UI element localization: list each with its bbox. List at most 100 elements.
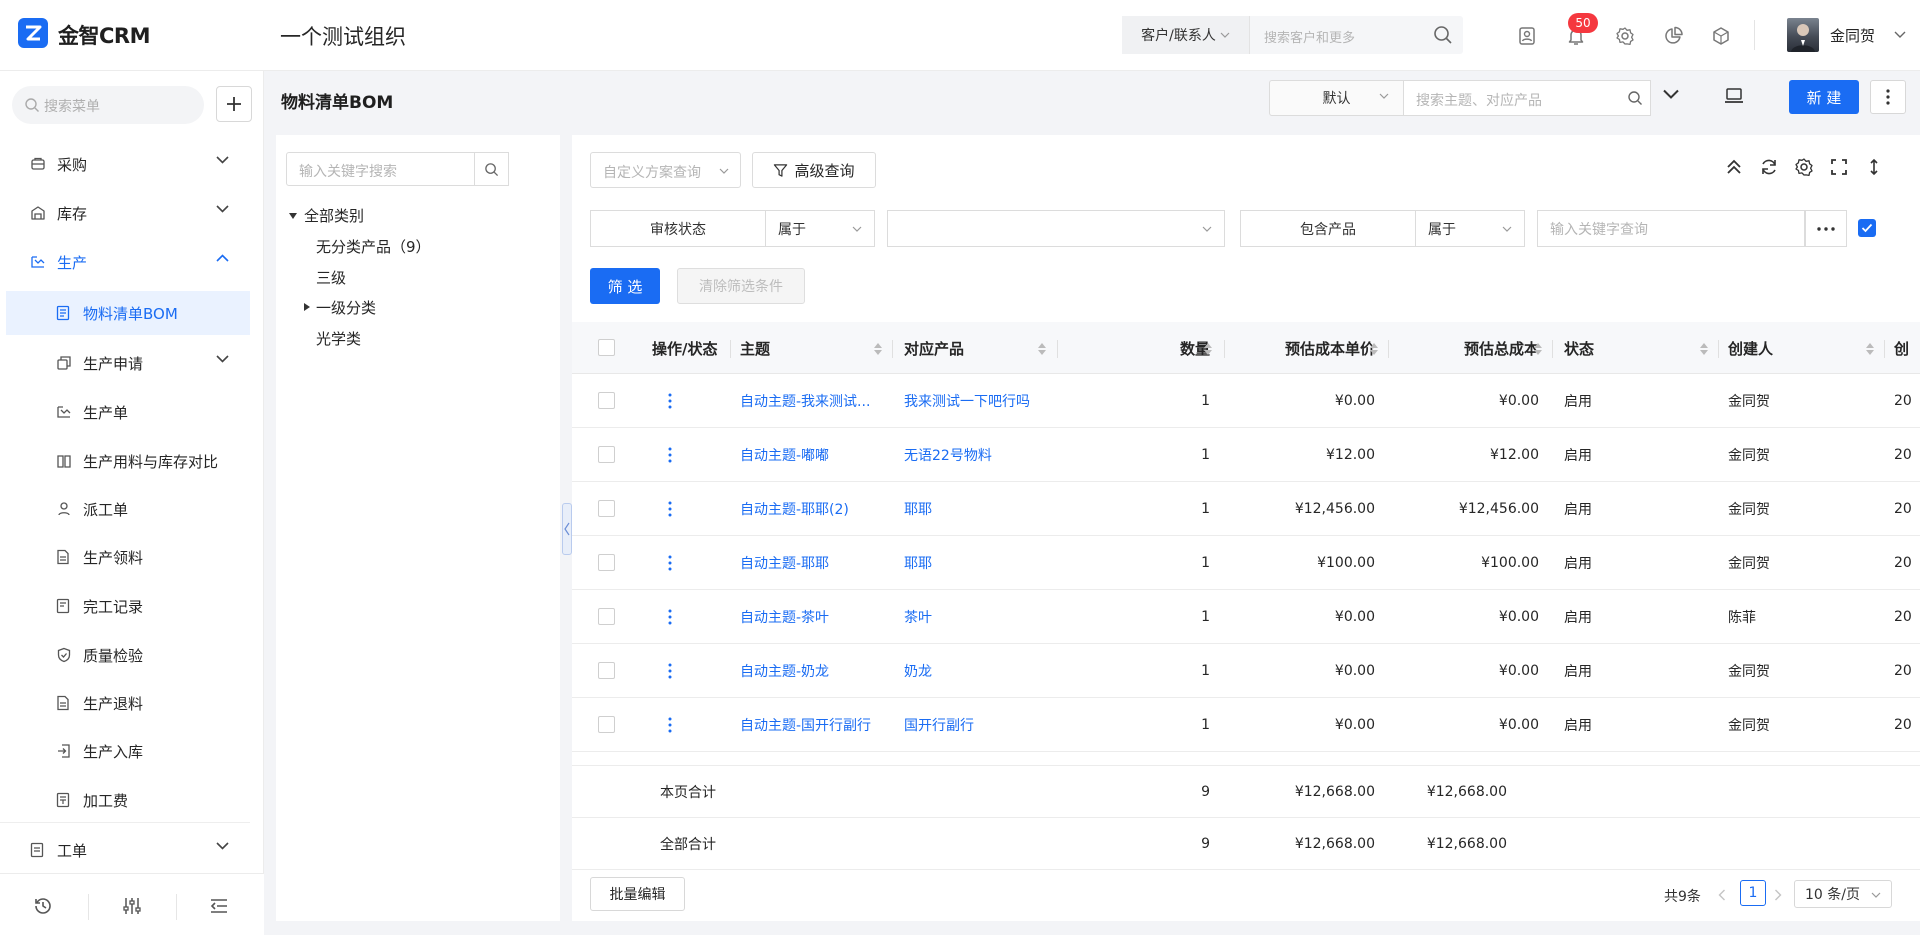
sidebar-group-production[interactable]: 生产	[0, 240, 264, 284]
user-name[interactable]: 金同贺	[1830, 25, 1875, 46]
sidebar-group-purchase[interactable]: 采购	[0, 142, 264, 186]
scheme-select[interactable]: 自定义方案查询	[590, 152, 741, 188]
cell-product[interactable]: 茶叶	[904, 590, 1054, 644]
select-all-checkbox[interactable]	[598, 339, 615, 356]
sort-icon[interactable]	[874, 343, 882, 355]
row-checkbox[interactable]	[598, 446, 615, 463]
cell-product[interactable]: 耶耶	[904, 536, 1054, 590]
cell-subject[interactable]: 自动主题-奶龙	[740, 644, 890, 698]
table-row[interactable]: 自动主题-嘟嘟 无语22号物料 1 ¥12.00 ¥12.00 启用 金同贺 2…	[572, 428, 1920, 482]
more-vertical-icon[interactable]	[668, 374, 672, 428]
column-header-creator[interactable]: 创建人	[1728, 322, 1773, 374]
table-row[interactable]: 自动主题-耶耶(2) 耶耶 1 ¥12,456.00 ¥12,456.00 启用…	[572, 482, 1920, 536]
row-checkbox[interactable]	[598, 500, 615, 517]
sort-icon[interactable]	[1700, 343, 1708, 355]
batch-edit-button[interactable]: 批量编辑	[590, 877, 685, 911]
sidebar-item-material-return[interactable]: 生产退料	[0, 681, 264, 725]
refresh-icon[interactable]	[1759, 157, 1781, 179]
cell-product[interactable]: 国开行副行	[904, 698, 1054, 752]
column-header-subject[interactable]: 主题	[740, 322, 770, 374]
more-vertical-icon[interactable]	[668, 698, 672, 752]
row-checkbox[interactable]	[598, 716, 615, 733]
menu-search-input[interactable]: 搜索菜单	[12, 86, 204, 124]
history-icon[interactable]	[32, 895, 54, 917]
filter-keyword-input[interactable]: 输入关键字查询	[1537, 210, 1805, 247]
sort-icon[interactable]	[1370, 343, 1378, 355]
settings-icon[interactable]	[1794, 157, 1816, 179]
sort-icon[interactable]	[1866, 343, 1874, 355]
column-header-unit-cost[interactable]: 预估成本单价	[1224, 322, 1375, 374]
monitor-icon[interactable]	[1724, 87, 1744, 105]
cell-subject[interactable]: 自动主题-耶耶	[740, 536, 890, 590]
filter-checkbox[interactable]	[1858, 219, 1876, 237]
filter-field-product[interactable]: 包含产品	[1240, 210, 1416, 247]
avatar[interactable]	[1787, 18, 1819, 52]
sort-icon[interactable]	[1204, 343, 1212, 355]
tree-node[interactable]: 一级分类	[316, 297, 376, 318]
main-search-button[interactable]	[1620, 80, 1651, 116]
sidebar-item-production-order[interactable]: 生产单	[0, 390, 264, 434]
sidebar-item-bom[interactable]: 物料清单BOM	[6, 291, 250, 335]
cell-subject[interactable]: 自动主题-我来测试...	[740, 374, 890, 428]
panel-collapse-handle[interactable]	[562, 503, 572, 555]
sliders-icon[interactable]	[121, 895, 143, 917]
table-row[interactable]: 自动主题-茶叶 茶叶 1 ¥0.00 ¥0.00 启用 陈菲 20	[572, 590, 1920, 644]
sidebar-group-ticket[interactable]: 工单	[0, 828, 264, 872]
row-height-icon[interactable]	[1864, 157, 1886, 179]
row-checkbox[interactable]	[598, 554, 615, 571]
caret-down-icon[interactable]	[288, 212, 298, 220]
filter-operator-select[interactable]: 属于	[1415, 210, 1525, 247]
caret-right-icon[interactable]	[303, 302, 311, 312]
more-vertical-icon[interactable]	[668, 536, 672, 590]
search-scope-select[interactable]: 客户/联系人	[1122, 16, 1250, 54]
page-size-select[interactable]: 10 条/页	[1794, 880, 1892, 908]
cell-subject[interactable]: 自动主题-国开行副行	[740, 698, 890, 752]
sidebar-item-completion[interactable]: 完工记录	[0, 584, 264, 628]
filter-operator-select[interactable]: 属于	[765, 210, 875, 247]
global-search-input[interactable]: 搜索客户和更多	[1264, 27, 1355, 46]
tree-node[interactable]: 光学类	[316, 328, 361, 349]
sort-icon[interactable]	[1534, 343, 1542, 355]
view-select[interactable]: 默认	[1269, 80, 1403, 116]
cell-subject[interactable]: 自动主题-耶耶(2)	[740, 482, 890, 536]
contact-card-icon[interactable]	[1515, 24, 1539, 48]
row-checkbox[interactable]	[598, 608, 615, 625]
table-row[interactable]: 自动主题-耶耶 耶耶 1 ¥100.00 ¥100.00 启用 金同贺 20	[572, 536, 1920, 590]
filter-more-button[interactable]	[1805, 210, 1847, 247]
column-header-product[interactable]: 对应产品	[904, 322, 964, 374]
cell-product[interactable]: 奶龙	[904, 644, 1054, 698]
sidebar-item-dispatch[interactable]: 派工单	[0, 487, 264, 531]
sort-icon[interactable]	[1038, 343, 1046, 355]
main-search-input[interactable]: 搜索主题、对应产品	[1403, 80, 1650, 116]
add-menu-button[interactable]	[216, 86, 252, 122]
global-search-button[interactable]	[1422, 16, 1463, 54]
clear-filter-button[interactable]: 清除筛选条件	[677, 268, 805, 304]
table-row[interactable]: 自动主题-奶龙 奶龙 1 ¥0.00 ¥0.00 启用 金同贺 20	[572, 644, 1920, 698]
gear-icon[interactable]	[1613, 24, 1637, 48]
sidebar-item-quality[interactable]: 质量检验	[0, 633, 264, 677]
cube-icon[interactable]	[1709, 24, 1733, 48]
table-row[interactable]: 自动主题-我来测试... 我来测试一下吧行吗 1 ¥0.00 ¥0.00 启用 …	[572, 374, 1920, 428]
more-vertical-icon[interactable]	[668, 590, 672, 644]
column-header-status[interactable]: 状态	[1564, 322, 1594, 374]
filter-button[interactable]: 筛 选	[590, 268, 660, 304]
sidebar-group-inventory[interactable]: 库存	[0, 191, 264, 235]
cell-product[interactable]: 无语22号物料	[904, 428, 1054, 482]
column-header-created[interactable]: 创	[1894, 322, 1909, 374]
chevron-down-icon[interactable]	[1663, 89, 1679, 99]
chevron-right-icon[interactable]	[1774, 889, 1782, 901]
pagination-current-page[interactable]: 1	[1740, 880, 1766, 906]
advanced-query-button[interactable]: 高级查询	[752, 152, 876, 188]
tree-node[interactable]: 三级	[316, 267, 346, 288]
cell-product[interactable]: 我来测试一下吧行吗	[904, 374, 1054, 428]
sidebar-item-material-pick[interactable]: 生产领料	[0, 535, 264, 579]
chevron-left-icon[interactable]	[1718, 889, 1726, 901]
filter-value-select[interactable]	[887, 210, 1225, 247]
tree-node[interactable]: 无分类产品（9）	[316, 236, 431, 257]
more-options-button[interactable]	[1870, 80, 1906, 114]
sidebar-item-production-request[interactable]: 生产申请	[0, 341, 264, 385]
row-checkbox[interactable]	[598, 662, 615, 679]
cell-product[interactable]: 耶耶	[904, 482, 1054, 536]
tree-node-root[interactable]: 全部类别	[304, 205, 364, 226]
more-vertical-icon[interactable]	[668, 644, 672, 698]
